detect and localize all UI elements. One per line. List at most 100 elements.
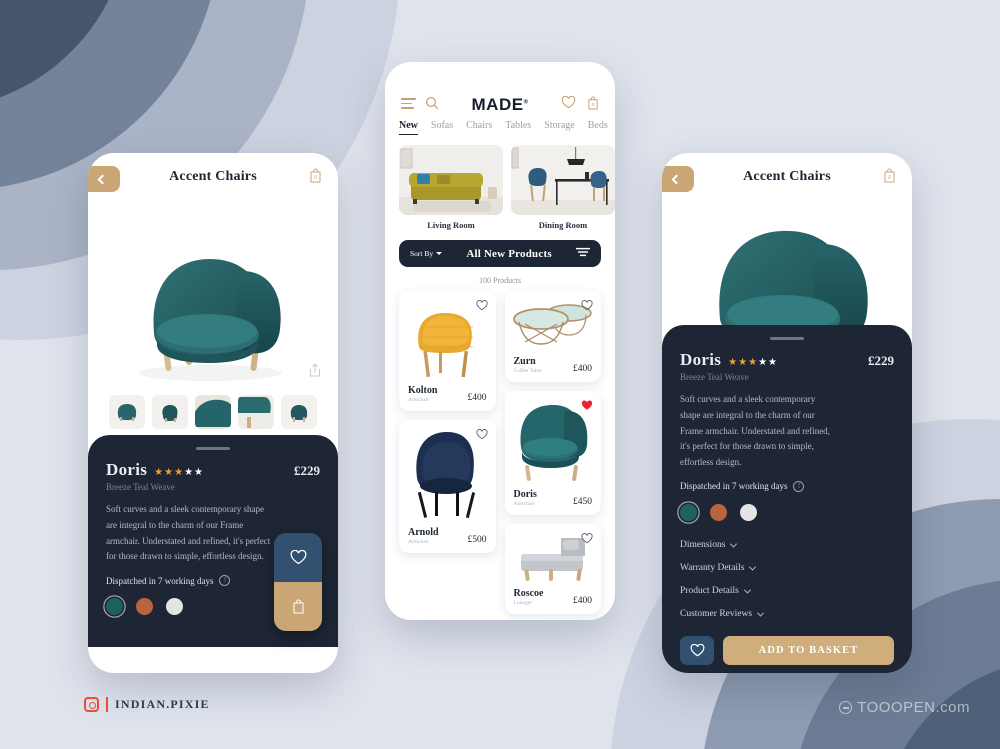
thumbnail-1[interactable] (109, 395, 145, 429)
product-card-roscoe[interactable]: Roscoe Lounger £400 (504, 524, 602, 614)
product-name: Zurn (513, 356, 536, 367)
thumbnail-5[interactable] (281, 395, 317, 429)
colour-swatches[interactable] (680, 503, 894, 521)
thumbnail-2[interactable] (152, 395, 188, 429)
detail-header-right: Accent Chairs 0 (662, 153, 912, 205)
accordion-label: Product Details (680, 586, 739, 597)
category-tabs[interactable]: New Sofas Chairs Tables Storage Beds (385, 120, 615, 135)
product-card-kolton[interactable]: Kolton Armchair £400 (399, 291, 496, 411)
add-to-basket-button[interactable] (274, 582, 322, 631)
sort-filter-bar: Sort By All New Products (399, 240, 601, 267)
floating-action-stack[interactable] (274, 533, 322, 631)
swatch-rust[interactable] (136, 598, 153, 615)
sheet-drag-handle[interactable] (770, 337, 804, 340)
favourite-icon-active[interactable] (581, 398, 593, 416)
chevron-down-icon (749, 563, 757, 571)
product-card-zurn[interactable]: Zurn Coffee Table £400 (504, 291, 602, 382)
product-grid: Kolton Armchair £400 Arnold Armchair £50… (385, 291, 615, 614)
brand-text: MADE (471, 95, 524, 114)
swatch-rust[interactable] (710, 503, 727, 521)
heart-icon[interactable] (561, 95, 576, 114)
accordion-customer-reviews[interactable]: Customer Reviews (680, 603, 894, 626)
product-card-doris[interactable]: Doris Armchair £450 (504, 391, 602, 515)
hamburger-menu-icon[interactable] (401, 98, 416, 112)
product-card-arnold[interactable]: Arnold Armchair £500 (399, 420, 496, 553)
tab-new[interactable]: New (399, 120, 418, 135)
watermark-divider (106, 697, 108, 712)
product-meta: Zurn Coffee Table £400 (505, 354, 602, 382)
product-subtitle: Armchair (408, 397, 430, 403)
shopping-bag-icon[interactable]: 0 (883, 168, 896, 188)
product-detail-sheet-right: Doris ★★★★★ £229 Breeze Teal Weave Soft … (662, 325, 912, 673)
filter-icon[interactable] (575, 245, 591, 263)
favourite-icon[interactable] (475, 298, 488, 316)
thumbnail-3[interactable] (195, 395, 231, 429)
product-image (504, 391, 601, 487)
product-variant: Breeze Teal Weave (680, 372, 749, 382)
sheet-drag-handle[interactable] (196, 447, 230, 450)
product-name: Roscoe (513, 588, 544, 599)
product-image (504, 291, 601, 354)
category-label: Living Room (427, 220, 475, 230)
favourite-icon[interactable] (581, 531, 593, 549)
tab-storage[interactable]: Storage (544, 120, 575, 135)
wishlist-button[interactable] (274, 533, 322, 582)
category-label: Dining Room (538, 220, 588, 230)
tab-chairs[interactable]: Chairs (466, 120, 492, 135)
product-name: Doris (680, 350, 722, 369)
watermark-text: TOOOPEN.com (857, 699, 970, 716)
category-card-carousel[interactable]: Living Room Dining Room (385, 135, 615, 230)
accordion-warranty-details[interactable]: Warranty Details (680, 557, 894, 580)
swatch-white[interactable] (740, 503, 757, 521)
add-to-basket-button[interactable]: ADD TO BASKET (723, 635, 894, 665)
page-title: Accent Chairs (743, 169, 831, 184)
category-image (511, 145, 615, 215)
accordion-label: Dimensions (680, 540, 726, 551)
rating-stars: ★★★★★ (728, 357, 779, 368)
phone-mockup-browse-middle: MADE® 0 New Sofas Chairs Tables Storage … (385, 62, 615, 620)
product-meta: Kolton Armchair £400 (399, 383, 496, 411)
shopping-bag-icon[interactable]: 0 (309, 168, 322, 188)
swatch-teal[interactable] (106, 598, 123, 615)
sort-by-dropdown[interactable]: Sort By (410, 249, 443, 258)
dispatch-text: Dispatched in 7 working days (106, 575, 214, 586)
shopping-bag-icon[interactable]: 0 (587, 96, 599, 115)
category-card-dining-room[interactable]: Dining Room (511, 145, 615, 230)
product-name: Arnold (408, 527, 439, 538)
info-icon[interactable]: ! (793, 480, 805, 492)
swatch-white[interactable] (166, 598, 183, 615)
wishlist-button[interactable] (680, 635, 714, 665)
dispatch-text: Dispatched in 7 working days (680, 481, 788, 492)
favourite-icon[interactable] (581, 298, 593, 316)
product-price: £400 (573, 364, 592, 374)
info-icon[interactable]: ! (219, 575, 231, 586)
detail-header-left: Accent Chairs 0 (88, 153, 338, 205)
swatch-teal[interactable] (680, 503, 697, 521)
accordion-list: Dimensions Warranty Details Product Deta… (680, 534, 894, 626)
sort-title: All New Products (466, 247, 552, 260)
rating-stars: ★★★★★ (154, 467, 205, 478)
category-card-living-room[interactable]: Living Room (399, 145, 503, 230)
product-meta: Roscoe Lounger £400 (505, 586, 602, 614)
product-name-row: Doris ★★★★★ £229 (106, 460, 320, 480)
search-icon[interactable] (425, 96, 439, 115)
armchair-illustration (662, 205, 912, 325)
favourite-icon[interactable] (475, 427, 488, 445)
product-description: Soft curves and a sleek contemporary sha… (106, 504, 271, 562)
thumbnail-4[interactable] (238, 395, 274, 429)
tab-beds[interactable]: Beds (588, 120, 608, 135)
brand-logo: MADE® (439, 95, 561, 115)
thumbnail-strip[interactable] (88, 391, 338, 435)
product-image (504, 524, 601, 586)
product-description: Soft curves and a sleek contemporary sha… (680, 394, 830, 467)
instagram-icon (84, 697, 99, 712)
accordion-product-details[interactable]: Product Details (680, 580, 894, 603)
share-upload-icon[interactable] (308, 362, 322, 383)
product-column-right: Zurn Coffee Table £400 Doris Armchair £4… (504, 291, 602, 614)
tab-tables[interactable]: Tables (505, 120, 531, 135)
product-price: £400 (467, 393, 487, 403)
accordion-dimensions[interactable]: Dimensions (680, 534, 894, 557)
chevron-down-icon (730, 540, 738, 548)
tab-sofas[interactable]: Sofas (431, 120, 453, 135)
product-meta: Doris Armchair £450 (505, 487, 602, 515)
